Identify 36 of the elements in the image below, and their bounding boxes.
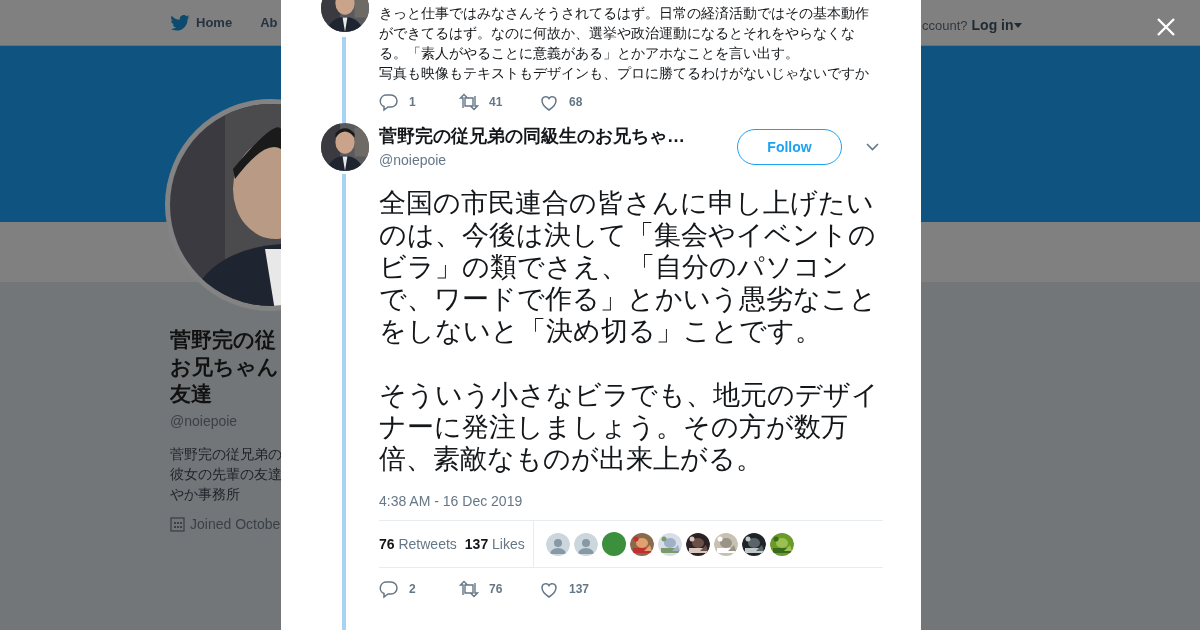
author-name[interactable]: 菅野完の従兄弟の同級生のお兄ちゃ… bbox=[379, 123, 737, 150]
tweet-paragraph: 全国の市民連合の皆さんに申し上げたいのは、今後は決して「集会やイベントのビラ」の類でさえ、「自分のパソコンで、ワードで作る」とかいう愚劣なことをしないと「決め切る」ことです。 bbox=[379, 187, 878, 347]
profile-handle: @noiepoie bbox=[170, 412, 239, 431]
nav-link[interactable]: Ab bbox=[260, 12, 278, 33]
login-link[interactable]: Log in bbox=[971, 15, 1022, 36]
tweet-text-line: 写真も映像もテキストもデザインも、プロに勝てるわけがないじゃないですか bbox=[379, 64, 870, 83]
join-date: Joined Octobe bbox=[190, 515, 281, 534]
like-stat[interactable]: 137 Likes bbox=[464, 533, 525, 555]
reply-count: 2 bbox=[409, 581, 416, 598]
like-count: 137 bbox=[569, 581, 590, 598]
like-count: 68 bbox=[569, 94, 583, 111]
retweet-count: 41 bbox=[489, 94, 503, 111]
reply-icon[interactable] bbox=[379, 92, 399, 112]
retweet-stat[interactable]: 76 Retweets bbox=[379, 533, 457, 555]
reply-icon[interactable] bbox=[379, 579, 399, 599]
follow-button[interactable]: Follow bbox=[737, 129, 842, 165]
close-icon[interactable] bbox=[1156, 16, 1176, 37]
tweet-timestamp[interactable]: 4:38 AM - 16 Dec 2019 bbox=[379, 491, 883, 512]
reply-count: 1 bbox=[409, 94, 416, 111]
user-avatar[interactable] bbox=[601, 532, 626, 556]
user-avatar-icon[interactable] bbox=[573, 532, 598, 556]
tweet-paragraph: そういう小さなビラでも、地元のデザイナーに発注しましょう。その方が数万倍、素敵なものが出来上がる。 bbox=[379, 379, 880, 475]
author-handle[interactable]: @noiepoie bbox=[379, 150, 737, 171]
caret-icon[interactable] bbox=[1013, 23, 1022, 28]
profile-bio: 菅野完の従兄弟の 彼女の先輩の友達 やか事務所 bbox=[170, 445, 281, 504]
account-prompt: ccount? bbox=[922, 16, 968, 35]
retweet-count: 76 bbox=[489, 581, 503, 598]
profile-name: 菅野完の従 お兄ちゃん 友達 bbox=[170, 327, 280, 407]
chevron-down-icon[interactable] bbox=[866, 143, 879, 151]
tweet-text-line: きっと仕事ではみなさんそうされてるはず。日常の経済活動ではその基本動作 bbox=[379, 4, 870, 23]
nav-link[interactable]: Home bbox=[170, 12, 233, 33]
tweet-text-line: ができてるはず。なのに何故か、選挙や政治運動になるとそれをやらなくな bbox=[379, 24, 856, 43]
user-avatar-icon[interactable] bbox=[545, 532, 570, 556]
calendar-icon bbox=[170, 517, 185, 532]
tweet-text-line: る。「素人がやることに意義がある」とかアホなことを言い出す。 bbox=[379, 44, 800, 63]
bird-icon bbox=[170, 14, 190, 31]
